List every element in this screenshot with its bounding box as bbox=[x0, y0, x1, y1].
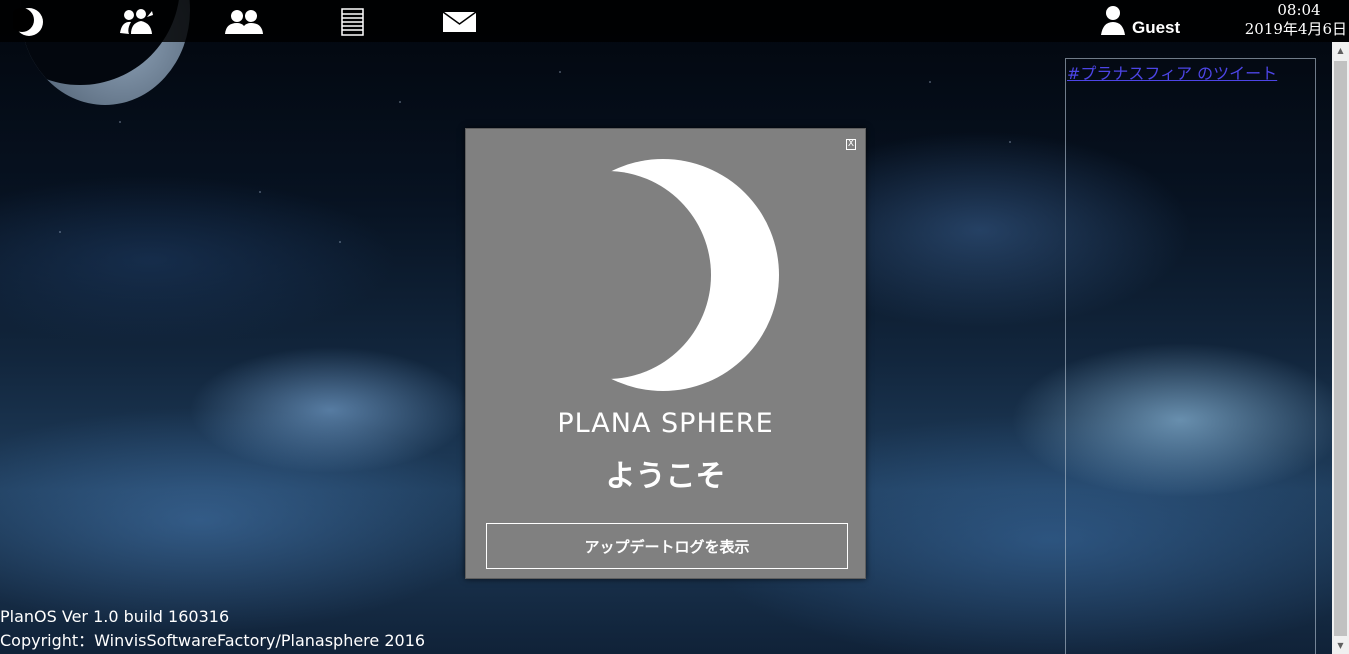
scroll-up-arrow-icon[interactable]: ▲ bbox=[1332, 42, 1349, 59]
scroll-thumb[interactable] bbox=[1334, 61, 1347, 636]
clock-date: 2019年4月6日 bbox=[1244, 20, 1347, 38]
list-icon[interactable] bbox=[340, 7, 364, 37]
scroll-down-arrow-icon[interactable]: ▼ bbox=[1332, 637, 1349, 654]
welcome-text: ようこそ bbox=[605, 459, 726, 494]
show-update-log-button[interactable]: アップデートログを表示 bbox=[486, 523, 848, 569]
user-account[interactable]: Guest bbox=[1100, 5, 1180, 39]
copyright-text: Copyright：WinvisSoftwareFactory/Planasph… bbox=[0, 631, 426, 650]
friends-icon[interactable] bbox=[117, 7, 155, 37]
user-name: Guest bbox=[1132, 18, 1181, 37]
group-icon[interactable] bbox=[224, 7, 264, 37]
brand-title: PLANA SPHERE bbox=[557, 408, 774, 439]
user-icon bbox=[1100, 5, 1126, 39]
scrollbar[interactable]: ▲ ▼ bbox=[1332, 42, 1349, 654]
taskbar: Guest 08:04 2019年4月6日 bbox=[0, 0, 1349, 42]
close-button[interactable]: X bbox=[846, 139, 856, 150]
mail-icon[interactable] bbox=[442, 7, 477, 37]
tweet-link[interactable]: #プラナスフィア のツイート bbox=[1067, 60, 1277, 84]
moon-menu-icon[interactable] bbox=[12, 7, 46, 37]
crescent-logo-icon bbox=[571, 157, 781, 393]
clock-time: 08:04 bbox=[1277, 1, 1321, 19]
tweet-panel: #プラナスフィア のツイート bbox=[1065, 58, 1316, 654]
clock: 08:04 2019年4月6日 bbox=[1229, 1, 1349, 39]
version-text: PlanOS Ver 1.0 build 160316 bbox=[0, 607, 230, 626]
welcome-dialog: X PLANA SPHERE ようこそ アップデートログを表示 bbox=[465, 128, 866, 579]
footer: PlanOS Ver 1.0 build 160316 Copyright：Wi… bbox=[0, 605, 425, 653]
